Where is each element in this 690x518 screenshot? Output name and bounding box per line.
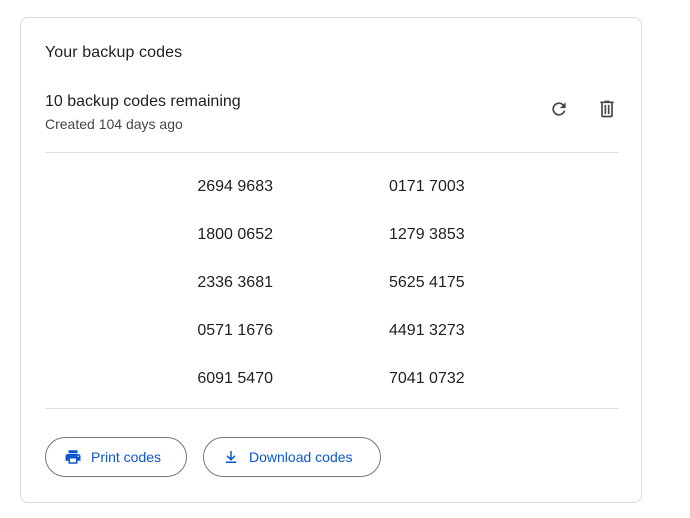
- code-row: 1800 0652 1279 3853: [21, 220, 641, 268]
- backup-codes-card: Your backup codes 10 backup codes remain…: [20, 17, 642, 503]
- codes-created-text: Created 104 days ago: [45, 116, 183, 132]
- printer-icon: [64, 448, 82, 466]
- print-codes-label: Print codes: [91, 449, 162, 465]
- backup-code: 2336 3681: [197, 274, 273, 291]
- card-title: Your backup codes: [45, 44, 183, 61]
- backup-code: 1279 3853: [389, 226, 465, 243]
- codes-summary: 10 backup codes remaining Created 104 da…: [45, 92, 241, 133]
- backup-code: 0571 1676: [197, 322, 273, 339]
- trash-icon: [600, 100, 614, 118]
- backup-code: 2694 9683: [197, 178, 273, 195]
- download-icon: [222, 448, 240, 466]
- refresh-icon: [552, 102, 566, 116]
- code-row: 2694 9683 0171 7003: [21, 172, 641, 220]
- codes-actions: Print codes Download codes: [45, 437, 381, 477]
- code-row: 0571 1676 4491 3273: [21, 316, 641, 364]
- backup-codes-grid: 2694 9683 0171 7003 1800 0652 1279 3853 …: [21, 172, 641, 412]
- download-codes-button[interactable]: Download codes: [203, 437, 381, 477]
- codes-remaining-text: 10 backup codes remaining: [45, 93, 241, 110]
- divider-top: [45, 152, 619, 153]
- divider-bottom: [45, 408, 619, 409]
- code-row: 2336 3681 5625 4175: [21, 268, 641, 316]
- backup-code: 0171 7003: [389, 178, 465, 195]
- backup-code: 5625 4175: [389, 274, 465, 291]
- print-codes-button[interactable]: Print codes: [45, 437, 187, 477]
- backup-code: 4491 3273: [389, 322, 465, 339]
- regenerate-codes-button[interactable]: [541, 91, 577, 127]
- backup-code: 7041 0732: [389, 370, 465, 387]
- code-row: 6091 5470 7041 0732: [21, 364, 641, 412]
- backup-code: 1800 0652: [197, 226, 273, 243]
- backup-code: 6091 5470: [197, 370, 273, 387]
- download-codes-label: Download codes: [249, 449, 353, 465]
- delete-codes-button[interactable]: [589, 91, 625, 127]
